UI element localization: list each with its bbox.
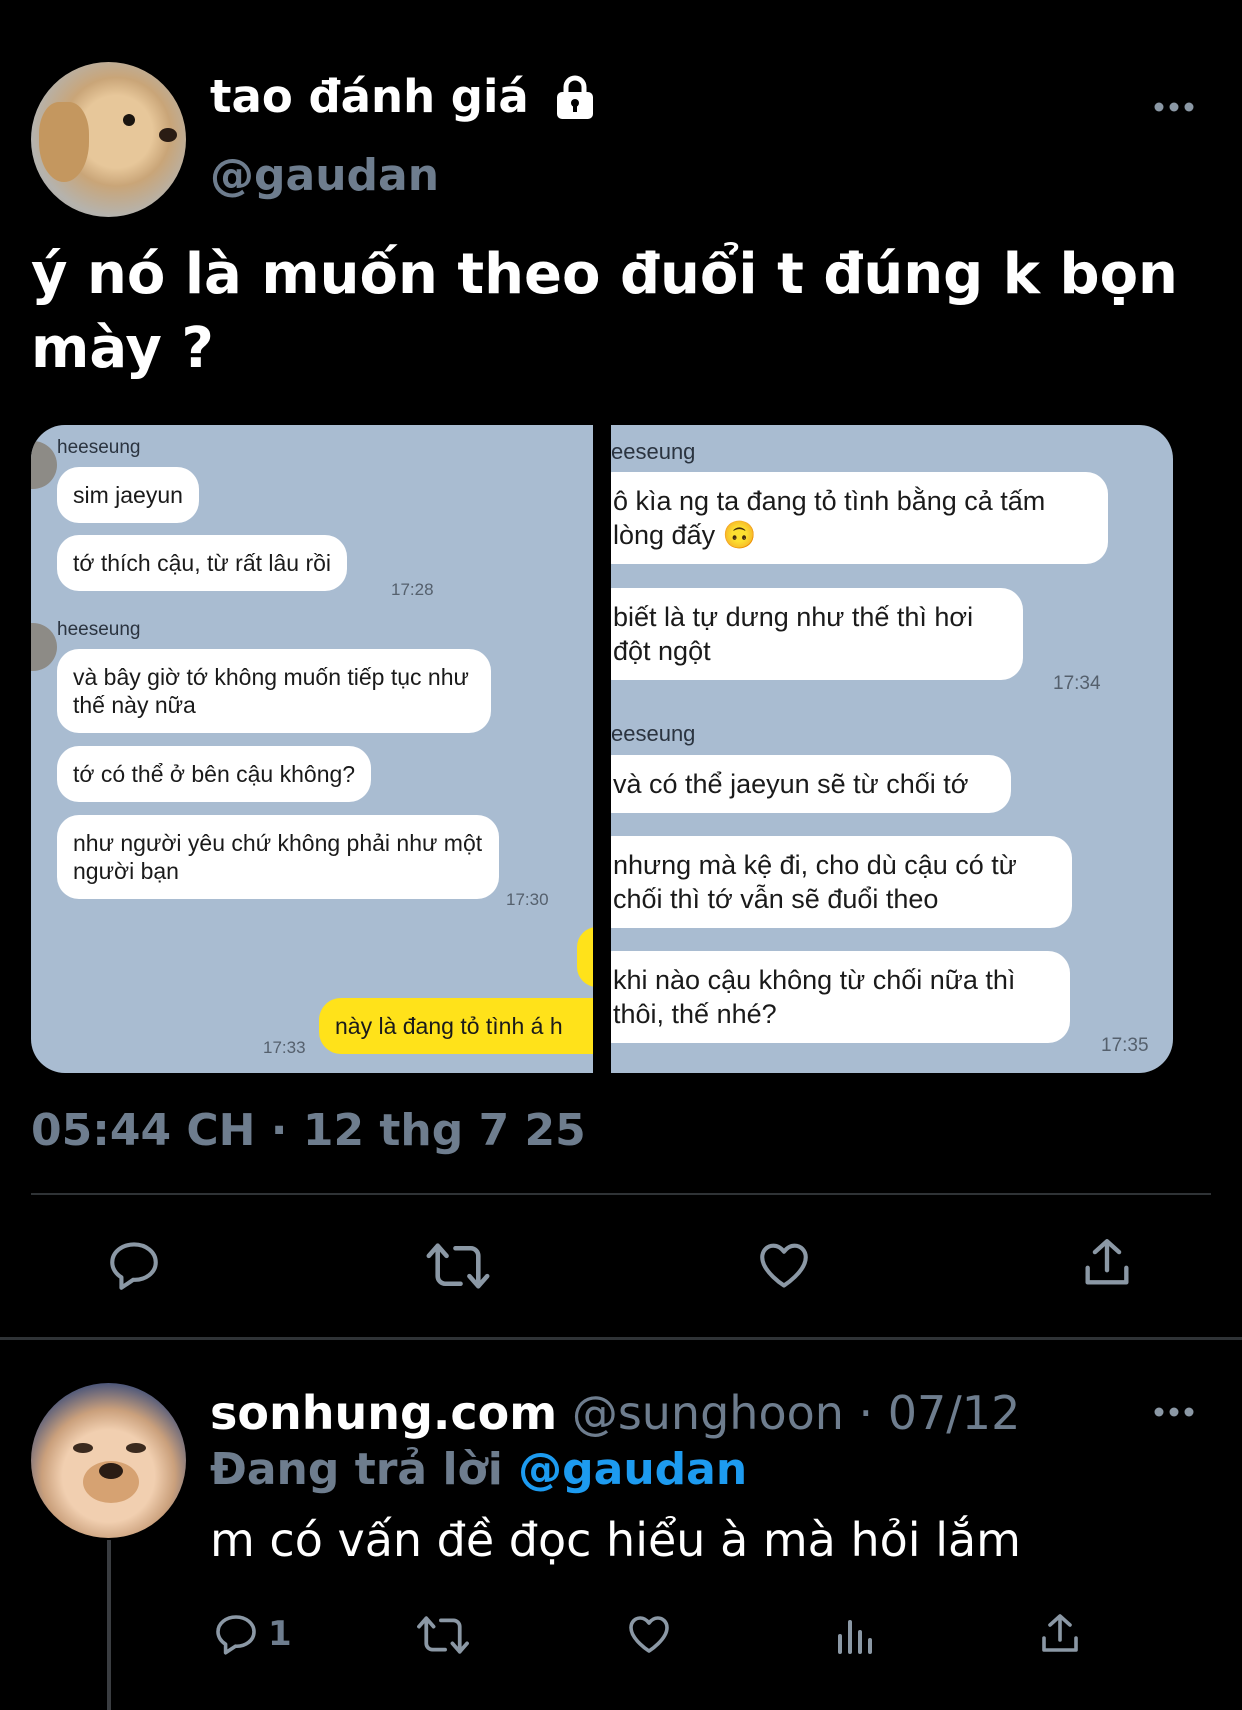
chat-bubble: biết là tự dưng như thế thì hơi đột ngột [611,588,1023,680]
more-options-icon[interactable] [1154,1405,1194,1419]
tweet-timestamp[interactable]: 05:44 CH · 12 thg 7 25 [31,1105,586,1156]
reply-date[interactable]: 07/12 [888,1386,1021,1440]
divider [0,1337,1242,1340]
chat-avatar [31,441,57,489]
thread-line [107,1540,111,1710]
retweet-icon [417,1616,469,1654]
reply-author-avatar[interactable] [31,1383,186,1538]
chat-bubble-yellow-partial [577,927,593,987]
chat-screenshot-right[interactable]: eeseung ô kìa ng ta đang tỏ tình bằng cả… [611,425,1173,1073]
share-button[interactable] [1078,1234,1136,1292]
replying-to: Đang trả lời @gaudan [210,1442,747,1498]
reply-author-handle[interactable]: @sunghoon [572,1386,844,1440]
retweet-icon [426,1243,490,1289]
chat-sender: eeseung [611,721,696,746]
tweet-text: ý nó là muốn theo đuổi t đúng k bọn mày … [31,242,1178,381]
chat-bubble: như người yêu chứ không phải như một ngư… [57,815,499,899]
media-divider [593,425,611,1073]
reply-share-button[interactable] [1036,1610,1084,1658]
retweet-button[interactable] [425,1238,491,1294]
divider [31,1193,1211,1195]
reply-header: sonhung.com @sunghoon · 07/12 [210,1383,1020,1443]
share-icon [1042,1614,1078,1652]
chat-time: 17:35 [1101,1035,1149,1056]
separator: · [858,1386,874,1440]
chat-sender: heeseung [57,619,141,640]
tweet-media[interactable]: heeseung sim jaeyun tớ thích cậu, từ rất… [31,425,1173,1073]
reply-icon [110,1242,158,1290]
lock-icon [556,75,593,119]
chat-bubble: khi nào cậu không từ chối nữa thì thôi, … [611,951,1070,1043]
chat-bubble: và có thể jaeyun sẽ từ chối tớ [611,755,1011,813]
more-options-icon[interactable] [1154,100,1194,114]
chat-time: 17:28 [391,580,434,599]
chat-bubble: nhưng mà kệ đi, cho dù cậu có từ chối th… [611,836,1072,928]
reply-icon [216,1615,256,1655]
chat-bubble: và bây giờ tớ không muốn tiếp tục như th… [57,649,491,733]
reply-retweet-button[interactable] [415,1612,471,1658]
chat-time: 17:34 [1053,673,1101,694]
author-handle[interactable]: @gaudan [210,150,439,201]
replying-to-label: Đang trả lời [210,1444,503,1495]
author-display-name[interactable]: tao đánh giá [210,70,599,124]
reply-like-button[interactable] [625,1610,673,1658]
chat-screenshot-left[interactable]: heeseung sim jaeyun tớ thích cậu, từ rất… [31,425,593,1073]
replying-to-handle[interactable]: @gaudan [518,1444,747,1495]
chat-bubble-yellow: này là đang tỏ tình á h [319,998,593,1054]
reply-text: m có vấn đề đọc hiểu à mà hỏi lắm [210,1513,1021,1567]
author-avatar[interactable] [31,62,186,217]
chat-sender: heeseung [57,437,141,458]
reply-views-button[interactable] [832,1612,880,1660]
chat-time: 17:33 [263,1038,306,1057]
display-name-text: tao đánh giá [210,70,529,123]
chat-bubble: sim jaeyun [57,467,199,523]
chat-bubble: tớ thích cậu, từ rất lâu rồi [57,535,348,591]
chat-time: 17:30 [506,890,549,909]
reply-count: 1 [268,1614,292,1654]
like-icon [629,1616,669,1653]
like-button[interactable] [755,1236,813,1294]
analytics-icon [838,1620,872,1654]
chat-bubble: tớ có thể ở bên cậu không? [57,746,372,802]
like-icon [760,1243,808,1288]
share-icon [1085,1239,1129,1285]
chat-sender: eeseung [611,439,696,464]
reply-author-name[interactable]: sonhung.com [210,1386,557,1440]
reply-button[interactable] [105,1236,163,1294]
reply-reply-button[interactable]: 1 [212,1610,292,1658]
chat-bubble: ô kìa ng ta đang tỏ tình bằng cả tấm lòn… [611,472,1108,564]
chat-avatar [31,623,57,671]
